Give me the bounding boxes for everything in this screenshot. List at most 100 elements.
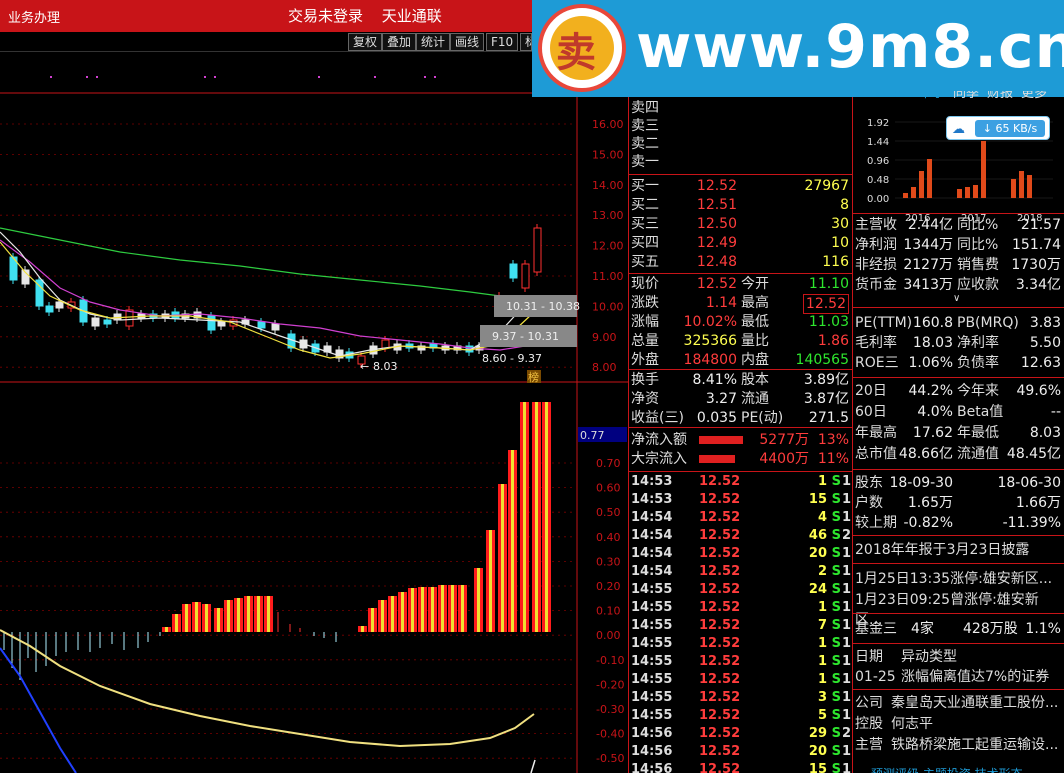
ask-4[interactable]: 卖四 xyxy=(629,99,853,117)
eps-bar xyxy=(919,171,924,198)
signal-dot xyxy=(86,76,88,78)
macd-bar-inner xyxy=(237,598,240,632)
ask-2[interactable]: 卖二 xyxy=(629,135,853,153)
macd-current-value: 0.77 xyxy=(580,429,605,442)
ask-3[interactable]: 卖三 xyxy=(629,117,853,135)
macd-bar-inner xyxy=(523,402,526,632)
watermark-banner: 卖 www.9m8.cn xyxy=(532,0,1064,97)
tab-same-quarter[interactable]: 同季 xyxy=(953,91,979,104)
tab-more[interactable]: 更多 xyxy=(1021,91,1047,104)
macd-bar-inner xyxy=(461,585,464,632)
range-box-1-label: 10.31 - 10.38 xyxy=(506,300,580,313)
perf-row: 总市值 48.66亿 流通值 48.45亿 xyxy=(855,446,1061,462)
tick-row: 14:53 12.52 15 S 1 xyxy=(631,492,851,507)
stock-code: 002459 xyxy=(857,91,907,101)
macd-bar-inner xyxy=(391,596,394,632)
macd-tick-label: -0.10 xyxy=(596,654,624,667)
macd-bar-inner xyxy=(165,627,168,632)
candle-body xyxy=(125,309,134,327)
event-row[interactable]: 01-25 涨幅偏离值达7%的证券 xyxy=(853,667,1064,687)
money-flow-row[interactable]: 大宗流入 4400万 11% xyxy=(629,450,853,468)
range-box-2-label: 9.37 - 10.31 xyxy=(492,330,559,343)
adjust-button[interactable]: 复权 xyxy=(348,33,383,51)
signal-dot xyxy=(96,76,98,78)
macd-bar-inner xyxy=(411,588,414,632)
ma-magenta-line xyxy=(0,239,526,351)
bottom-tabs[interactable]: 预测评级 主题投资 技术形态 xyxy=(853,764,1064,773)
fin-row: 非经损 2127万 销售费 1730万 xyxy=(855,257,1061,273)
tick-row: 14:54 12.52 46 S 2 xyxy=(631,528,851,543)
overlay-button[interactable]: 叠加 xyxy=(382,33,417,51)
chart-toolbar: 复权 叠加 统计 画线 F10 标 xyxy=(0,32,532,52)
news-item[interactable]: 1月25日13:35涨停:雄安新区... xyxy=(853,569,1064,589)
tick-row: 14:55 12.52 7 S 1 xyxy=(631,618,851,633)
bid-row[interactable]: 买一 12.52 27967 xyxy=(629,177,853,195)
macd-tick-label: 0.60 xyxy=(596,482,621,495)
tick-row: 14:55 12.52 3 S 1 xyxy=(631,690,851,705)
flow-bar xyxy=(699,436,743,444)
candle-body xyxy=(509,263,518,279)
expand-chevron-icon[interactable]: ∨ xyxy=(953,293,960,304)
quote-stat-row: 外盘 184800 内盘 140565 xyxy=(631,352,849,368)
signal-dot xyxy=(50,76,52,78)
macd-bar-inner xyxy=(371,608,374,632)
macd-tick-label: 0.10 xyxy=(596,605,621,618)
signal-dot xyxy=(374,76,376,78)
news-item[interactable]: 1月23日09:25曾涨停:雄安新区... xyxy=(853,590,1064,628)
tab-report[interactable]: 财报 xyxy=(987,91,1013,104)
candle-body xyxy=(521,263,530,289)
bid-row[interactable]: 买三 12.50 30 xyxy=(629,215,853,233)
speed-value: 65 KB/s xyxy=(995,122,1038,135)
candle-body xyxy=(91,317,100,327)
eps-tick-label: 1.92 xyxy=(867,118,889,129)
tab-single-quarter[interactable]: 单季 xyxy=(919,91,945,104)
draw-button[interactable]: 画线 xyxy=(450,33,485,51)
eps-bar xyxy=(1027,175,1032,198)
bid-row[interactable]: 买五 12.48 116 xyxy=(629,253,853,271)
ratios-row: ROE三 1.06% 负债率 12.63 xyxy=(855,355,1061,371)
eps-tick-label: 0.00 xyxy=(867,194,889,205)
stats-button[interactable]: 统计 xyxy=(416,33,451,51)
fin-row: 主营收 2.44亿 同比% 21.57 xyxy=(855,217,1061,233)
tick-row: 14:55 12.52 1 S 1 xyxy=(631,672,851,687)
holders-row: 股东 18-09-30 18-06-30 xyxy=(855,475,1061,491)
candle-body xyxy=(257,321,266,329)
company-row[interactable]: 控股 何志平 xyxy=(853,714,1064,734)
range-box-3-label: 8.60 - 9.37 xyxy=(482,352,542,365)
dea-blue-line xyxy=(0,647,77,773)
report-date[interactable]: 2018年年报于3月23日披露 xyxy=(853,540,1064,560)
tick-row: 14:56 12.52 20 S 1 xyxy=(631,744,851,759)
tick-row: 14:53 12.52 1 S 1 xyxy=(631,474,851,489)
macd-tick-label: 0.20 xyxy=(596,580,621,593)
ask-1[interactable]: 卖一 xyxy=(629,153,853,171)
ma-white-line xyxy=(0,231,533,357)
company-row[interactable]: 主营 铁路桥梁施工起重运输设... xyxy=(853,735,1064,755)
kline-macd-chart[interactable]: 16.00 15.00 14.00 13.00 12.00 11.00 10.00 9.00 8… xyxy=(0,52,628,773)
login-status[interactable]: 交易未登录 xyxy=(288,7,363,25)
macd-tick-label: -0.40 xyxy=(596,728,624,741)
business-menu[interactable]: 业务办理 xyxy=(8,7,60,26)
flow-bar xyxy=(699,455,735,463)
bid-row[interactable]: 买四 12.49 10 xyxy=(629,234,853,252)
watermark-logo: 卖 xyxy=(538,4,626,92)
macd-bar-inner xyxy=(195,602,198,632)
order-book-panel: 卖四 卖三 卖二 卖一 买一 12.52 27967 买二 12.51 8 买三 12.50 3… xyxy=(628,97,853,773)
macd-bar-inner xyxy=(361,626,364,632)
ratios-row: PE(TTM) 160.8 PB(MRQ) 3.83 xyxy=(855,315,1061,331)
macd-tick-label: -0.30 xyxy=(596,703,624,716)
chart-area[interactable]: 16.00 15.00 14.00 13.00 12.00 11.00 10.00 9.00 8… xyxy=(0,52,628,773)
macd-bar-inner xyxy=(227,600,230,632)
bid-row[interactable]: 买二 12.51 8 xyxy=(629,196,853,214)
f10-button[interactable]: F10 xyxy=(486,33,519,51)
macd-tick-label: 0.00 xyxy=(596,629,621,642)
share-stat-row: 换手 8.41% 股本 3.89亿 xyxy=(631,372,849,388)
share-stat-row: 净资 3.27 流通 3.87亿 xyxy=(631,391,849,407)
cloud-icon: ☁ xyxy=(952,122,965,137)
eps-bar xyxy=(981,141,986,198)
money-flow-row[interactable]: 净流入额 5277万 13% xyxy=(629,431,853,449)
price-tick-label: 12.00 xyxy=(592,240,624,253)
company-row[interactable]: 公司 秦皇岛天业通联重工股份... xyxy=(853,693,1064,713)
mark-button[interactable]: 标 xyxy=(520,33,532,51)
info-panel: 002459 单季 同季 财报 更多 1.92 1.44 0.96 0.48 0.00 2… xyxy=(852,91,1064,773)
fund-holding[interactable]: 基金三 4家 428万股 1.1% xyxy=(853,619,1064,639)
